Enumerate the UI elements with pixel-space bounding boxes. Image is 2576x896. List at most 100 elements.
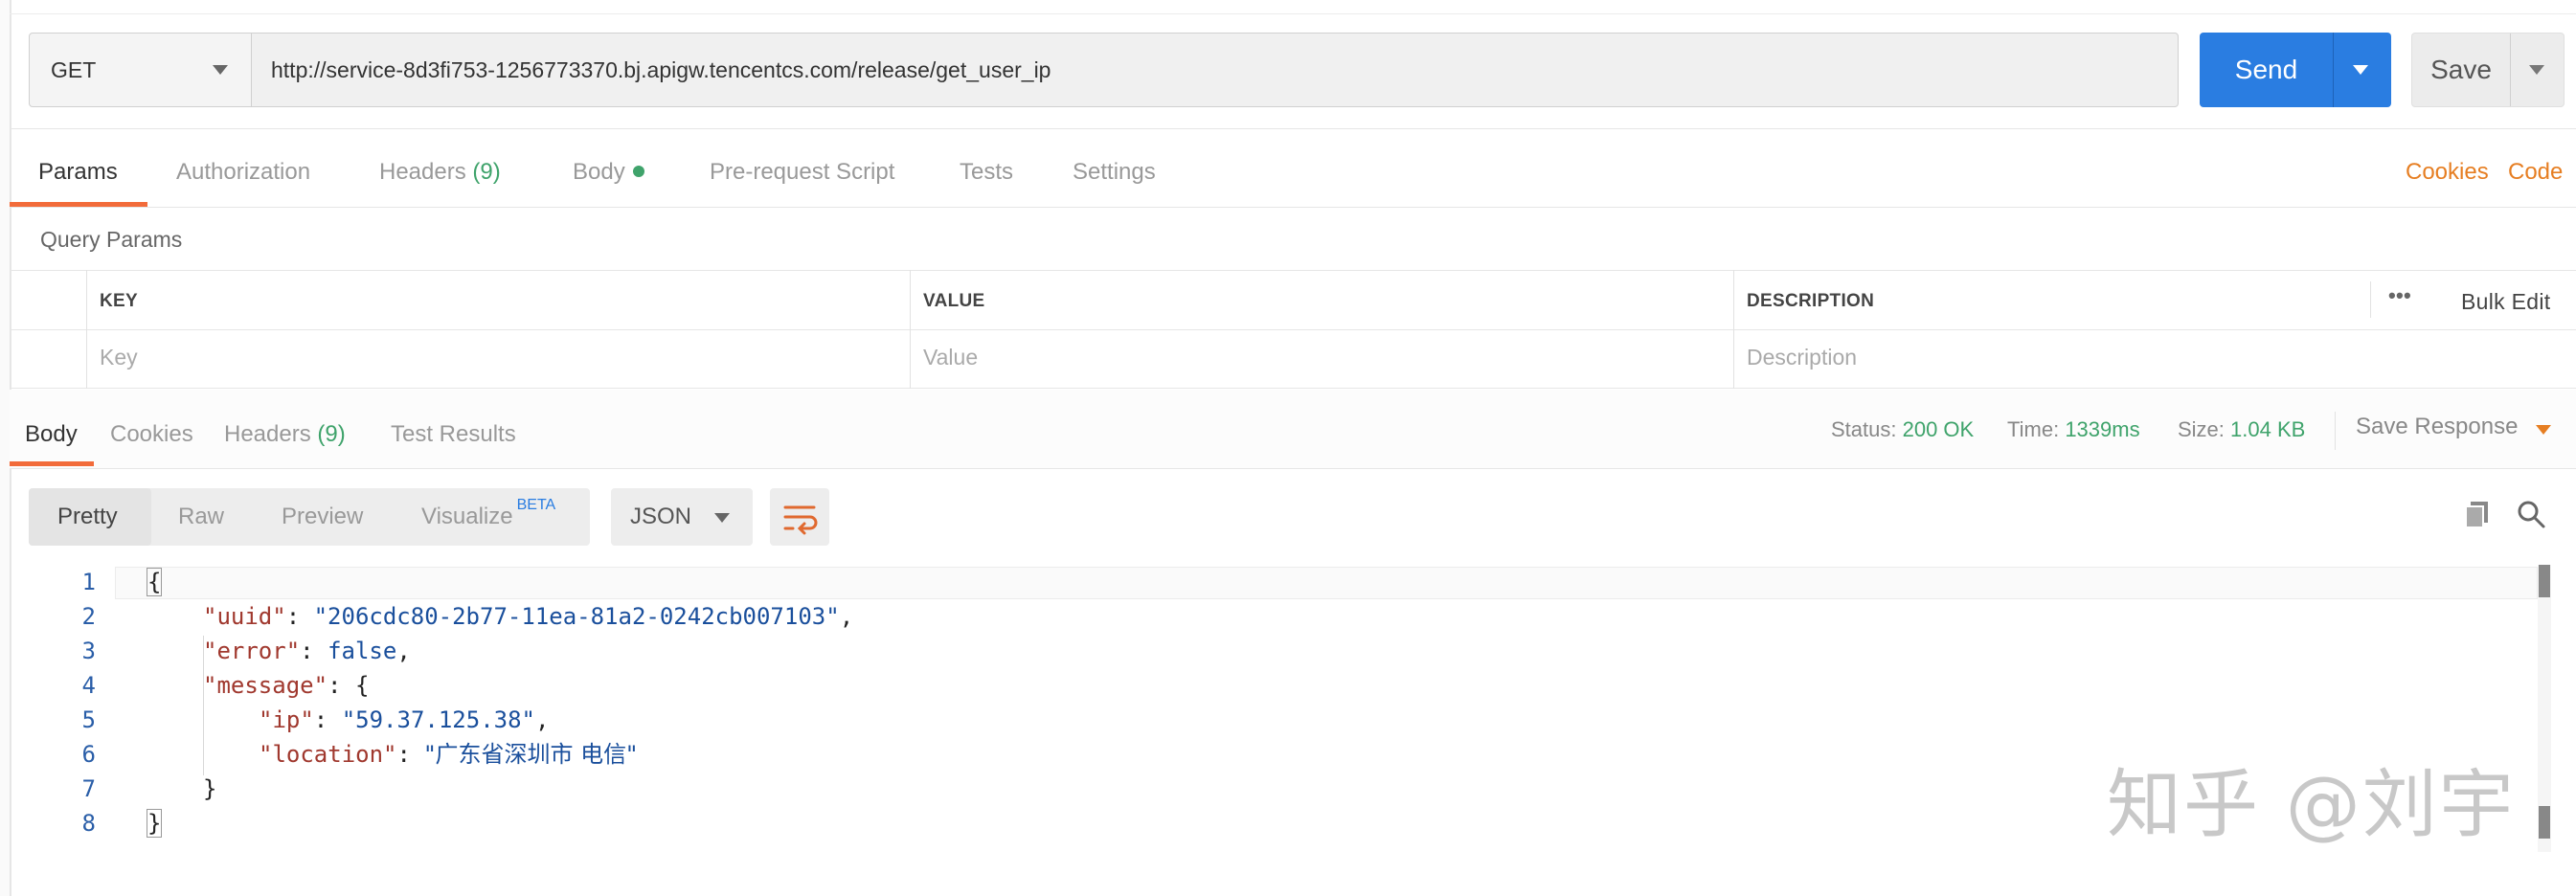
line-number: 1 bbox=[81, 569, 96, 595]
method-select[interactable]: GET bbox=[30, 34, 252, 106]
save-button-group: Save bbox=[2411, 33, 2565, 107]
time-value: 1339ms bbox=[2065, 417, 2140, 441]
status-value: 200 OK bbox=[1902, 417, 1975, 441]
column-header-description: DESCRIPTION bbox=[1747, 291, 1875, 311]
save-response-button[interactable]: Save Response bbox=[2356, 414, 2518, 440]
line-number: 4 bbox=[81, 672, 96, 699]
params-table: KEY VALUE DESCRIPTION ••• Bulk Edit Key … bbox=[10, 270, 2576, 389]
cookies-link[interactable]: Cookies bbox=[2406, 159, 2489, 186]
query-params-label: Query Params bbox=[40, 227, 183, 252]
save-options-chevron-icon[interactable] bbox=[2529, 65, 2544, 75]
bulk-edit-link[interactable]: Bulk Edit bbox=[2461, 289, 2550, 315]
response-tab-body[interactable]: Body bbox=[25, 421, 78, 448]
close-brace: } bbox=[146, 809, 163, 838]
open-brace: { bbox=[146, 568, 163, 596]
column-header-key: KEY bbox=[100, 291, 138, 311]
copy-icon[interactable] bbox=[2461, 498, 2494, 530]
wrap-lines-icon bbox=[783, 505, 818, 535]
table-border bbox=[10, 329, 2576, 330]
code-line-5: "ip": "59.37.125.38", bbox=[259, 706, 550, 733]
code-line-7: } bbox=[203, 775, 217, 802]
size-readout: Size: 1.04 KB bbox=[2178, 417, 2306, 441]
tab-settings[interactable]: Settings bbox=[1073, 159, 1156, 186]
column-header-value: VALUE bbox=[923, 291, 985, 311]
active-response-tab-underline bbox=[10, 461, 94, 466]
divider bbox=[10, 468, 2576, 469]
save-response-chevron-icon[interactable] bbox=[2536, 425, 2551, 435]
send-button[interactable]: Send bbox=[2200, 33, 2333, 107]
value-input[interactable]: Value bbox=[923, 345, 978, 370]
tab-authorization[interactable]: Authorization bbox=[176, 159, 310, 186]
view-preview[interactable]: Preview bbox=[282, 488, 363, 546]
send-button-group: Send bbox=[2200, 33, 2391, 107]
response-tab-test-results[interactable]: Test Results bbox=[391, 421, 516, 448]
line-number: 2 bbox=[81, 603, 96, 630]
body-indicator-dot bbox=[632, 165, 644, 177]
view-pretty[interactable]: Pretty bbox=[57, 488, 118, 546]
request-url-bar: GET http://service-8d3fi753-1256773370.b… bbox=[29, 33, 2179, 107]
code-line-4: "message": { bbox=[203, 672, 370, 699]
more-options-icon[interactable]: ••• bbox=[2388, 283, 2411, 308]
wrap-lines-button[interactable] bbox=[770, 488, 829, 546]
key-input[interactable]: Key bbox=[100, 345, 138, 370]
time-readout: Time: 1339ms bbox=[2007, 417, 2140, 441]
json-key: "error" bbox=[203, 638, 301, 664]
size-value: 1.04 KB bbox=[2230, 417, 2306, 441]
search-icon[interactable] bbox=[2515, 498, 2547, 530]
divider bbox=[10, 207, 2576, 208]
json-string: "206cdc80-2b77-11ea-81a2-0242cb007103" bbox=[313, 603, 840, 630]
json-key: "location" bbox=[259, 741, 397, 768]
send-divider bbox=[2333, 33, 2334, 107]
chevron-down-icon bbox=[714, 513, 730, 523]
status-readout: Status: 200 OK bbox=[1831, 417, 1975, 441]
code-line-3: "error": false, bbox=[203, 638, 411, 664]
watermark: 知乎 @刘宇 bbox=[2107, 762, 2516, 848]
line-number: 3 bbox=[81, 638, 96, 664]
tab-headers[interactable]: Headers (9) bbox=[379, 159, 501, 186]
code-line-2: "uuid": "206cdc80-2b77-11ea-81a2-0242cb0… bbox=[203, 603, 854, 630]
format-select[interactable]: JSON bbox=[611, 488, 753, 546]
json-string: "广东省深圳市 电信" bbox=[424, 741, 638, 768]
view-raw[interactable]: Raw bbox=[178, 488, 224, 546]
response-tab-headers[interactable]: Headers (9) bbox=[224, 421, 346, 448]
tab-params[interactable]: Params bbox=[38, 159, 118, 186]
code-line-1: { bbox=[146, 565, 163, 599]
code-line-8: } bbox=[146, 806, 163, 840]
send-options-chevron-icon[interactable] bbox=[2353, 65, 2368, 75]
method-label: GET bbox=[51, 56, 97, 82]
table-border bbox=[10, 270, 2576, 271]
code-link[interactable]: Code bbox=[2508, 159, 2563, 186]
line-number: 6 bbox=[81, 741, 96, 768]
line-number: 8 bbox=[81, 810, 96, 837]
view-mode-segmented: Pretty Raw Preview Visualize BETA bbox=[29, 488, 590, 546]
meta-divider bbox=[2335, 412, 2336, 450]
view-visualize[interactable]: Visualize BETA bbox=[421, 488, 555, 546]
beta-badge: BETA bbox=[516, 497, 556, 513]
column-divider bbox=[1733, 270, 1734, 389]
column-divider bbox=[2370, 281, 2371, 318]
json-key: "uuid" bbox=[203, 603, 286, 630]
json-string: "59.37.125.38" bbox=[341, 706, 535, 733]
top-divider bbox=[10, 13, 2576, 14]
save-divider bbox=[2510, 34, 2511, 106]
url-input[interactable]: http://service-8d3fi753-1256773370.bj.ap… bbox=[271, 34, 1051, 106]
description-input[interactable]: Description bbox=[1747, 345, 1857, 370]
code-line-6: "location": "广东省深圳市 电信" bbox=[259, 741, 638, 768]
table-border bbox=[10, 388, 2576, 389]
json-key: "message" bbox=[203, 672, 328, 699]
divider bbox=[10, 128, 2576, 129]
column-divider bbox=[910, 270, 911, 389]
tab-pre-request-script[interactable]: Pre-request Script bbox=[710, 159, 894, 186]
format-label: JSON bbox=[630, 504, 692, 529]
line-number: 7 bbox=[81, 775, 96, 802]
save-button[interactable]: Save bbox=[2412, 34, 2510, 106]
tab-tests[interactable]: Tests bbox=[960, 159, 1013, 186]
json-key: "ip" bbox=[259, 706, 314, 733]
column-divider bbox=[86, 270, 87, 389]
json-boolean: false bbox=[328, 638, 397, 664]
tab-body[interactable]: Body bbox=[573, 159, 644, 186]
headers-count: (9) bbox=[472, 159, 501, 185]
response-tab-cookies[interactable]: Cookies bbox=[110, 421, 193, 448]
chevron-down-icon bbox=[213, 65, 228, 75]
response-headers-count: (9) bbox=[317, 421, 346, 447]
